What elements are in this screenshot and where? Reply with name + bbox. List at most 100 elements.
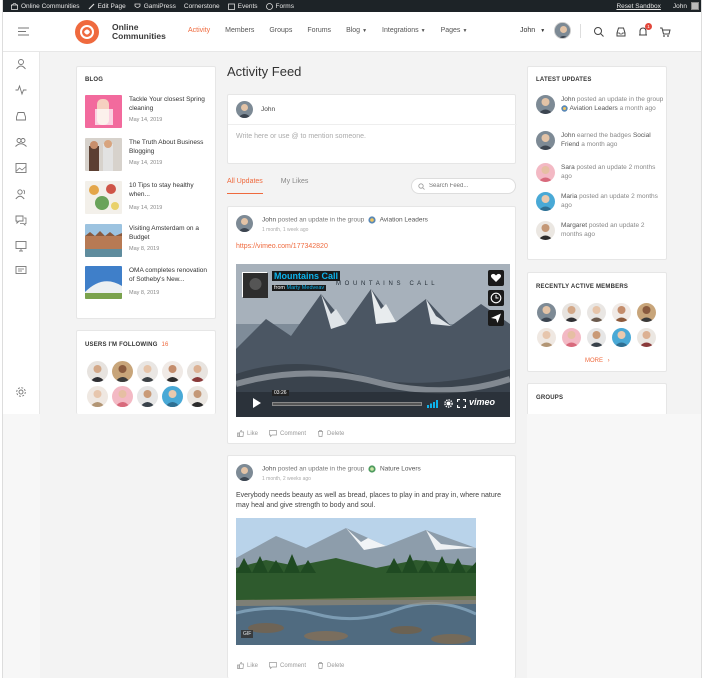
post-group[interactable]: Aviation Leaders <box>380 217 428 224</box>
video-progress-bar[interactable] <box>272 402 422 406</box>
more-members-link[interactable]: MORE › <box>585 358 610 364</box>
feed-search[interactable] <box>411 178 516 194</box>
post-author-avatar[interactable] <box>236 464 253 481</box>
nav-pages[interactable]: Pages ▼ <box>441 27 468 34</box>
nav-members[interactable]: Members <box>225 27 254 34</box>
update-user[interactable]: Sara <box>561 164 575 171</box>
following-avatar[interactable] <box>137 386 158 407</box>
header-avatar[interactable] <box>554 22 571 39</box>
vimeo-logo[interactable]: vimeo <box>469 397 495 407</box>
photos-icon[interactable] <box>15 162 27 174</box>
site-logo[interactable] <box>75 20 99 44</box>
admin-events[interactable]: Events <box>227 3 258 10</box>
forums-icon[interactable] <box>15 214 27 226</box>
blog-item-title[interactable]: Tackle Your closest Spring cleaning <box>129 95 211 113</box>
settings-gear-icon[interactable] <box>444 399 453 408</box>
composer-input[interactable]: Write here or use @ to mention someone. <box>236 133 366 140</box>
member-avatar[interactable] <box>612 303 631 322</box>
following-avatar[interactable] <box>162 386 183 407</box>
update-user[interactable]: Margaret <box>561 222 587 229</box>
admin-avatar[interactable] <box>691 2 699 10</box>
cart-icon[interactable] <box>659 26 671 38</box>
comment-button[interactable]: Comment <box>269 430 306 437</box>
like-button[interactable]: Like <box>237 662 258 669</box>
update-user[interactable]: John <box>561 96 575 103</box>
member-avatar[interactable] <box>587 328 606 347</box>
video-share-button[interactable] <box>488 310 504 326</box>
admin-forms[interactable]: Forms <box>265 3 294 10</box>
video-author[interactable]: Marty Medveav <box>287 285 325 291</box>
nav-integrations[interactable]: Integrations ▼ <box>382 27 426 34</box>
inbox-icon[interactable] <box>615 26 627 38</box>
following-avatar[interactable] <box>187 386 208 407</box>
delete-button[interactable]: Delete <box>317 662 344 669</box>
blog-item[interactable]: Visiting Amsterdam on a Budget May 8, 20… <box>85 224 207 260</box>
update-user[interactable]: John <box>561 132 575 139</box>
blog-item[interactable]: OMA completes renovation of Sotheby's Ne… <box>85 266 207 302</box>
cart-list-icon[interactable] <box>15 265 27 277</box>
settings-gear-icon[interactable] <box>15 386 27 398</box>
update-avatar[interactable] <box>536 95 555 114</box>
friends-icon[interactable] <box>15 188 27 200</box>
header-user-menu[interactable]: John ▼ <box>520 27 545 34</box>
update-avatar[interactable] <box>536 192 555 211</box>
following-avatar[interactable] <box>87 386 108 407</box>
reset-sandbox-link[interactable]: Reset Sandbox <box>616 3 660 10</box>
nav-groups[interactable]: Groups <box>269 27 292 34</box>
blog-item-title[interactable]: The Truth About Business Blogging <box>129 138 211 156</box>
post-group[interactable]: Nature Lovers <box>380 466 421 473</box>
fullscreen-icon[interactable] <box>457 399 466 408</box>
search-input[interactable] <box>429 183 509 189</box>
hamburger-menu-icon[interactable] <box>18 27 29 36</box>
video-player[interactable]: Mountains Call from Marty Medveav M O U … <box>236 264 510 417</box>
following-avatar[interactable] <box>162 361 183 382</box>
inbox-icon[interactable] <box>15 110 27 122</box>
post-author[interactable]: John <box>262 466 276 473</box>
post-link[interactable]: https://vimeo.com/177342820 <box>236 243 328 250</box>
play-icon[interactable] <box>252 398 262 408</box>
update-avatar[interactable] <box>536 131 555 150</box>
blog-item-title[interactable]: OMA completes renovation of Sotheby's Ne… <box>129 266 211 284</box>
like-button[interactable]: Like <box>237 430 258 437</box>
post-author[interactable]: John <box>262 217 276 224</box>
member-avatar[interactable] <box>612 328 631 347</box>
comment-button[interactable]: Comment <box>269 662 306 669</box>
following-avatar[interactable] <box>112 386 133 407</box>
member-avatar[interactable] <box>637 328 656 347</box>
blog-item-title[interactable]: 10 Tips to stay healthy when... <box>129 181 211 199</box>
member-avatar[interactable] <box>562 328 581 347</box>
video-like-button[interactable] <box>488 270 504 286</box>
nav-activity[interactable]: Activity <box>188 27 210 34</box>
tab-my-likes[interactable]: My Likes <box>281 178 309 194</box>
blog-item[interactable]: Tackle Your closest Spring cleaning May … <box>85 95 207 131</box>
admin-edit-page[interactable]: Edit Page <box>88 3 126 10</box>
update-avatar[interactable] <box>536 221 555 240</box>
member-avatar[interactable] <box>562 303 581 322</box>
groups-icon[interactable] <box>15 136 27 148</box>
member-avatar[interactable] <box>637 303 656 322</box>
user-profile-icon[interactable] <box>15 58 27 70</box>
blog-item[interactable]: 10 Tips to stay healthy when... May 14, … <box>85 181 207 217</box>
blog-item[interactable]: The Truth About Business Blogging May 14… <box>85 138 207 174</box>
admin-site-link[interactable]: Online Communities <box>11 2 80 10</box>
member-avatar[interactable] <box>537 328 556 347</box>
update-avatar[interactable] <box>536 163 555 182</box>
following-avatar[interactable] <box>137 361 158 382</box>
post-author-avatar[interactable] <box>236 215 253 232</box>
post-gif-image[interactable]: GIF <box>236 518 476 645</box>
search-icon[interactable] <box>593 26 605 38</box>
site-brand[interactable]: Online Communities <box>112 23 166 41</box>
delete-button[interactable]: Delete <box>317 430 344 437</box>
video-title[interactable]: Mountains Call <box>272 271 341 281</box>
following-avatar[interactable] <box>187 361 208 382</box>
admin-cornerstone[interactable]: Cornerstone <box>184 3 220 10</box>
admin-user-name[interactable]: John <box>673 3 687 10</box>
update-user[interactable]: Maria <box>561 193 577 200</box>
tab-all-updates[interactable]: All Updates <box>227 178 263 194</box>
video-watch-later-button[interactable] <box>488 290 504 306</box>
monitor-icon[interactable] <box>15 240 27 252</box>
member-avatar[interactable] <box>537 303 556 322</box>
admin-gamipress[interactable]: GamiPress <box>134 3 176 10</box>
activity-icon[interactable] <box>15 84 27 96</box>
following-avatar[interactable] <box>112 361 133 382</box>
